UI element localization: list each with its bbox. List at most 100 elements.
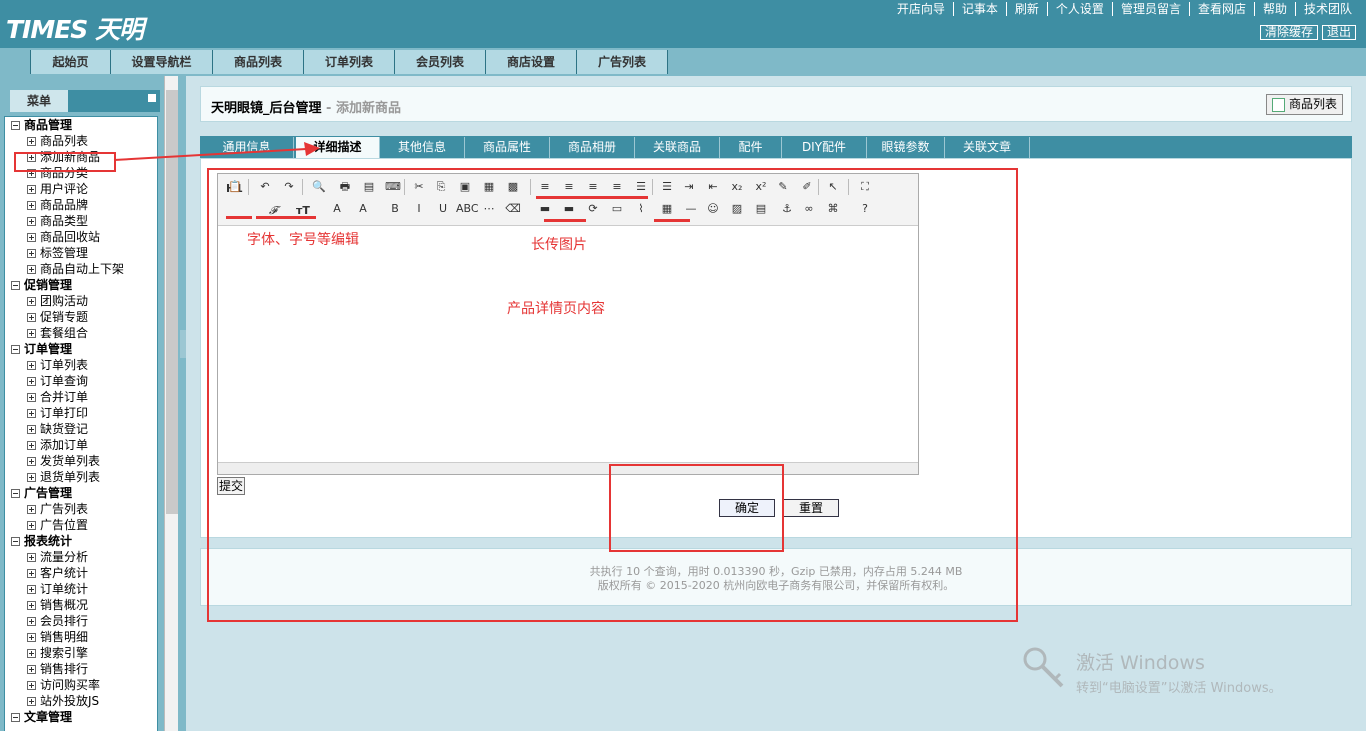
menu-tab[interactable]: 菜单 bbox=[10, 90, 68, 112]
sidebar-item[interactable]: 退货单列表 bbox=[5, 469, 157, 485]
link-view-store[interactable]: 查看网店 bbox=[1188, 2, 1254, 16]
collapse-box-icon[interactable] bbox=[11, 489, 20, 498]
sidebar-item-label: 退货单列表 bbox=[40, 470, 101, 484]
link-refresh[interactable]: 刷新 bbox=[1005, 2, 1047, 16]
sidebar-item[interactable]: 商品自动上下架 bbox=[5, 261, 157, 277]
nav-start-page[interactable]: 起始页 bbox=[31, 50, 111, 74]
highlight-editor-region bbox=[207, 168, 1018, 622]
page-subtitle: - 添加新商品 bbox=[321, 101, 401, 116]
sidebar-item[interactable]: 合并订单 bbox=[5, 389, 157, 405]
underline-font bbox=[256, 216, 316, 219]
tab-product-gallery[interactable]: 商品相册 bbox=[550, 137, 635, 158]
collapse-box-icon[interactable] bbox=[11, 281, 20, 290]
sidebar-item[interactable]: 团购活动 bbox=[5, 293, 157, 309]
windows-activation-watermark: 激活 Windows 转到“电脑设置”以激活 Windows。 bbox=[1076, 648, 1282, 696]
sidebar-group[interactable]: 订单管理 bbox=[5, 341, 157, 357]
sidebar-item-label: 促销专题 bbox=[40, 310, 89, 324]
sidebar-item[interactable]: 订单查询 bbox=[5, 373, 157, 389]
sidebar-item-label: 标签管理 bbox=[40, 246, 89, 260]
clear-cache-button[interactable]: 清除缓存 bbox=[1259, 25, 1318, 40]
sidebar-item[interactable]: 缺货登记 bbox=[5, 421, 157, 437]
tab-related-articles[interactable]: 关联文章 bbox=[945, 137, 1030, 158]
sidebar-scrollbar[interactable] bbox=[164, 76, 178, 731]
collapse-box-icon[interactable] bbox=[11, 713, 20, 722]
sidebar-item[interactable]: 会员排行 bbox=[5, 613, 157, 629]
sidebar-item[interactable]: 广告位置 bbox=[5, 517, 157, 533]
item-bullet-icon bbox=[27, 377, 36, 386]
sidebar-group[interactable]: 文章管理 bbox=[5, 709, 157, 725]
sidebar-item-label: 添加订单 bbox=[40, 438, 89, 452]
sidebar-group[interactable]: 广告管理 bbox=[5, 485, 157, 501]
sidebar-group-label: 广告管理 bbox=[24, 486, 73, 500]
item-bullet-icon bbox=[27, 233, 36, 242]
sidebar-item[interactable]: 添加订单 bbox=[5, 437, 157, 453]
nav-settings-navbar[interactable]: 设置导航栏 bbox=[111, 50, 213, 74]
link-admin-messages[interactable]: 管理员留言 bbox=[1111, 2, 1189, 16]
collapse-box-icon[interactable] bbox=[11, 345, 20, 354]
nav-store-settings[interactable]: 商店设置 bbox=[486, 50, 577, 74]
sidebar-item[interactable]: 用户评论 bbox=[5, 181, 157, 197]
tab-diy-accessories[interactable]: DIY配件 bbox=[782, 137, 867, 158]
sidebar-item[interactable]: 站外投放JS bbox=[5, 693, 157, 709]
sidebar-item[interactable]: 访问购买率 bbox=[5, 677, 157, 693]
tab-product-attributes[interactable]: 商品属性 bbox=[465, 137, 550, 158]
sidebar-item[interactable]: 销售排行 bbox=[5, 661, 157, 677]
underline-align bbox=[536, 196, 648, 199]
sidebar-item[interactable]: 客户统计 bbox=[5, 565, 157, 581]
collapse-icon[interactable] bbox=[148, 94, 156, 102]
sidebar-item[interactable]: 订单列表 bbox=[5, 357, 157, 373]
sidebar-group[interactable]: 报表统计 bbox=[5, 533, 157, 549]
sidebar-item[interactable]: 发货单列表 bbox=[5, 453, 157, 469]
watermark-text: 转到“电脑设置”以激活 Windows。 bbox=[1076, 681, 1282, 696]
underline-image bbox=[544, 219, 586, 222]
link-setup-wizard[interactable]: 开店向导 bbox=[889, 2, 953, 16]
item-bullet-icon bbox=[27, 441, 36, 450]
nav-member-list[interactable]: 会员列表 bbox=[395, 50, 486, 74]
sidebar-group[interactable]: 促销管理 bbox=[5, 277, 157, 293]
key-icon bbox=[1023, 647, 1064, 688]
top-links: 开店向导 记事本 刷新 个人设置 管理员留言 查看网店 帮助 技术团队 bbox=[889, 2, 1360, 16]
sidebar-item[interactable]: 搜索引擎 bbox=[5, 645, 157, 661]
sidebar-item[interactable]: 销售概况 bbox=[5, 597, 157, 613]
item-bullet-icon bbox=[27, 601, 36, 610]
logout-button[interactable]: 退出 bbox=[1321, 25, 1356, 40]
nav-order-list[interactable]: 订单列表 bbox=[304, 50, 395, 74]
nav-items: 起始页 设置导航栏 商品列表 订单列表 会员列表 商店设置 广告列表 bbox=[30, 50, 668, 74]
tab-other-info[interactable]: 其他信息 bbox=[380, 137, 465, 158]
sidebar-item[interactable]: 商品类型 bbox=[5, 213, 157, 229]
sidebar-item[interactable]: 广告列表 bbox=[5, 501, 157, 517]
tab-related-products[interactable]: 关联商品 bbox=[635, 137, 720, 158]
sidebar-item[interactable]: 商品品牌 bbox=[5, 197, 157, 213]
sidebar-item[interactable]: 标签管理 bbox=[5, 245, 157, 261]
sidebar-item[interactable]: 商品回收站 bbox=[5, 229, 157, 245]
sidebar-group-label: 报表统计 bbox=[24, 534, 73, 548]
link-help[interactable]: 帮助 bbox=[1253, 2, 1295, 16]
underline-heading bbox=[226, 216, 252, 219]
sidebar-item[interactable]: 订单打印 bbox=[5, 405, 157, 421]
product-list-button[interactable]: 商品列表 bbox=[1266, 94, 1343, 115]
nav-product-list[interactable]: 商品列表 bbox=[213, 50, 304, 74]
link-personal-settings[interactable]: 个人设置 bbox=[1046, 2, 1112, 16]
sidebar-group[interactable]: 商品管理 bbox=[5, 117, 157, 133]
sidebar-menu: 商品管理 商品列表 添加新商品 商品分类 用户评论 商品品牌 商品类型 商品回收站 标签管理 商品… bbox=[4, 116, 158, 731]
tab-accessories[interactable]: 配件 bbox=[720, 137, 782, 158]
item-bullet-icon bbox=[27, 185, 36, 194]
sidebar-item[interactable]: 流量分析 bbox=[5, 549, 157, 565]
nav-ad-list[interactable]: 广告列表 bbox=[577, 50, 668, 74]
collapse-box-icon[interactable] bbox=[11, 537, 20, 546]
sidebar-item[interactable]: 套餐组合 bbox=[5, 325, 157, 341]
sidebar-item-label: 订单列表 bbox=[40, 358, 89, 372]
link-tech-team[interactable]: 技术团队 bbox=[1294, 2, 1360, 16]
link-notepad[interactable]: 记事本 bbox=[952, 2, 1006, 16]
collapse-box-icon[interactable] bbox=[11, 121, 20, 130]
item-bullet-icon bbox=[27, 297, 36, 306]
sidebar-item[interactable]: 订单统计 bbox=[5, 581, 157, 597]
sidebar-item[interactable]: 销售明细 bbox=[5, 629, 157, 645]
sidebar-item[interactable]: 促销专题 bbox=[5, 309, 157, 325]
item-bullet-icon bbox=[27, 313, 36, 322]
menu-header bbox=[68, 90, 160, 112]
highlight-add-product bbox=[14, 152, 116, 172]
item-bullet-icon bbox=[27, 425, 36, 434]
page-title: 天明眼镜_后台管理 - 添加新商品 bbox=[211, 97, 401, 116]
tab-glasses-params[interactable]: 眼镜参数 bbox=[867, 137, 945, 158]
